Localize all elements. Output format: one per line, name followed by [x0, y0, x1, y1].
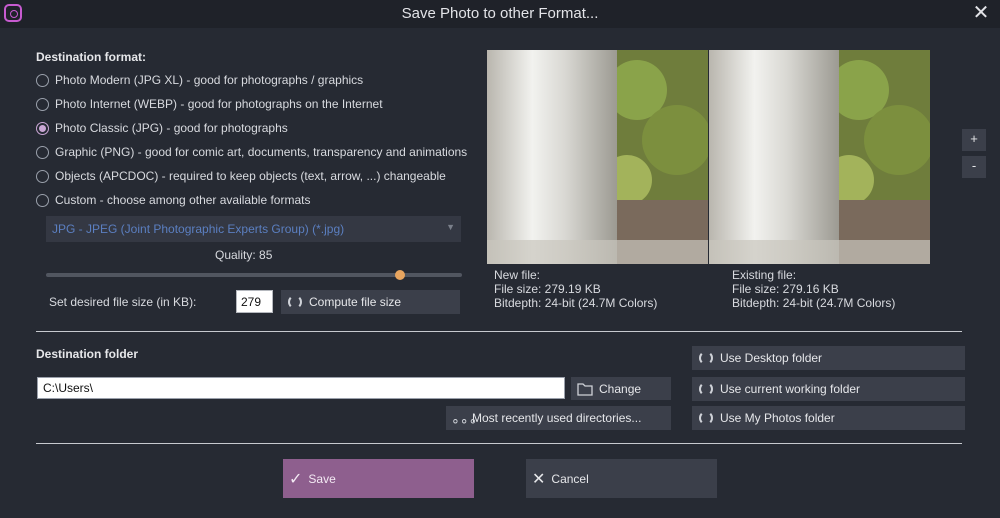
radio-button[interactable] — [36, 169, 49, 183]
button-label: Use current working folder — [720, 382, 861, 396]
radio-label: Objects (APCDOC) - required to keep obje… — [55, 169, 446, 183]
radio-apcdoc[interactable]: Objects (APCDOC) - required to keep obje… — [36, 167, 446, 185]
radio-button[interactable] — [36, 97, 49, 111]
radio-button[interactable] — [36, 73, 49, 87]
cancel-button[interactable]: ✕ Cancel — [526, 459, 717, 498]
radio-label: Graphic (PNG) - good for comic art, docu… — [55, 145, 468, 159]
select-value: JPG - JPEG (Joint Photographic Experts G… — [52, 222, 345, 236]
use-photos-folder-button[interactable]: Use My Photos folder — [692, 406, 965, 430]
folder-path-input[interactable]: C:\Users\ — [37, 377, 565, 399]
new-file-preview — [487, 50, 708, 264]
new-file-info: New file: File size: 279.19 KB Bitdepth:… — [494, 268, 657, 310]
slider-handle[interactable] — [394, 270, 405, 280]
radio-custom[interactable]: Custom - choose among other available fo… — [36, 191, 310, 209]
existing-file-preview — [709, 50, 930, 264]
radio-label: Custom - choose among other available fo… — [55, 193, 311, 207]
checkmark-icon: ✓ — [289, 470, 303, 488]
divider — [36, 331, 962, 332]
waterfall-image — [709, 50, 930, 264]
change-folder-button[interactable]: Change — [571, 377, 671, 400]
new-file-title: New file: — [494, 268, 541, 282]
recent-directories-button[interactable]: ∘∘∘ Most recently used directories... — [446, 406, 671, 430]
divider — [36, 443, 962, 444]
use-desktop-folder-button[interactable]: Use Desktop folder — [692, 346, 965, 370]
radio-button[interactable] — [36, 145, 49, 159]
button-label: Cancel — [551, 471, 589, 486]
radio-jpg-xl[interactable]: Photo Modern (JPG XL) - good for photogr… — [36, 71, 363, 89]
existing-file-size: File size: 279.16 KB — [732, 282, 839, 296]
destination-folder-heading: Destination folder — [36, 347, 139, 361]
button-label: Change — [599, 381, 642, 396]
existing-file-info: Existing file: File size: 279.16 KB Bitd… — [732, 268, 895, 310]
radio-label: Photo Internet (WEBP) - good for photogr… — [55, 97, 383, 111]
quality-readout: Quality: 85 — [215, 248, 272, 262]
zoom-in-button[interactable]: + — [962, 129, 986, 151]
radio-png[interactable]: Graphic (PNG) - good for comic art, docu… — [36, 143, 467, 161]
file-size-input[interactable]: 279 — [236, 290, 273, 313]
refresh-icon — [697, 409, 715, 427]
zoom-out-button[interactable]: - — [962, 156, 986, 178]
radio-button[interactable] — [36, 193, 49, 207]
waterfall-image — [487, 50, 708, 264]
button-label: Save — [308, 471, 336, 486]
folder-icon — [576, 380, 594, 398]
radio-jpg[interactable]: Photo Classic (JPG) - good for photograp… — [36, 119, 288, 137]
chevron-down-icon: ▼ — [446, 222, 455, 232]
close-icon[interactable]: ✕ — [970, 2, 992, 24]
refresh-icon — [697, 349, 715, 367]
new-file-size: File size: 279.19 KB — [494, 282, 601, 296]
quality-label: Quality: — [215, 248, 256, 262]
radio-webp[interactable]: Photo Internet (WEBP) - good for photogr… — [36, 95, 383, 113]
button-label: Use My Photos folder — [720, 411, 835, 425]
title-bar: Save Photo to other Format... ✕ — [0, 0, 1000, 28]
use-working-folder-button[interactable]: Use current working folder — [692, 377, 965, 401]
button-label: Most recently used directories... — [472, 411, 642, 425]
button-label: Use Desktop folder — [720, 351, 823, 365]
existing-file-title: Existing file: — [732, 268, 797, 282]
button-label: Compute file size — [309, 295, 402, 309]
destination-format-heading: Destination format: — [36, 50, 147, 64]
radio-button[interactable] — [36, 121, 49, 135]
more-icon: ∘∘∘ — [451, 412, 478, 428]
radio-label: Photo Classic (JPG) - good for photograp… — [55, 121, 288, 135]
file-size-label: Set desired file size (in KB): — [49, 295, 197, 309]
existing-file-depth: Bitdepth: 24-bit (24.7M Colors) — [732, 296, 896, 310]
window-title: Save Photo to other Format... — [401, 5, 599, 22]
refresh-icon — [286, 293, 304, 311]
new-file-depth: Bitdepth: 24-bit (24.7M Colors) — [494, 296, 658, 310]
close-icon: ✕ — [532, 470, 546, 488]
quality-value: 85 — [259, 248, 273, 262]
radio-label: Photo Modern (JPG XL) - good for photogr… — [55, 73, 364, 87]
compute-file-size-button[interactable]: Compute file size — [281, 290, 460, 314]
refresh-icon — [697, 380, 715, 398]
save-button[interactable]: ✓ Save — [283, 459, 474, 498]
custom-format-select[interactable]: JPG - JPEG (Joint Photographic Experts G… — [46, 216, 461, 242]
